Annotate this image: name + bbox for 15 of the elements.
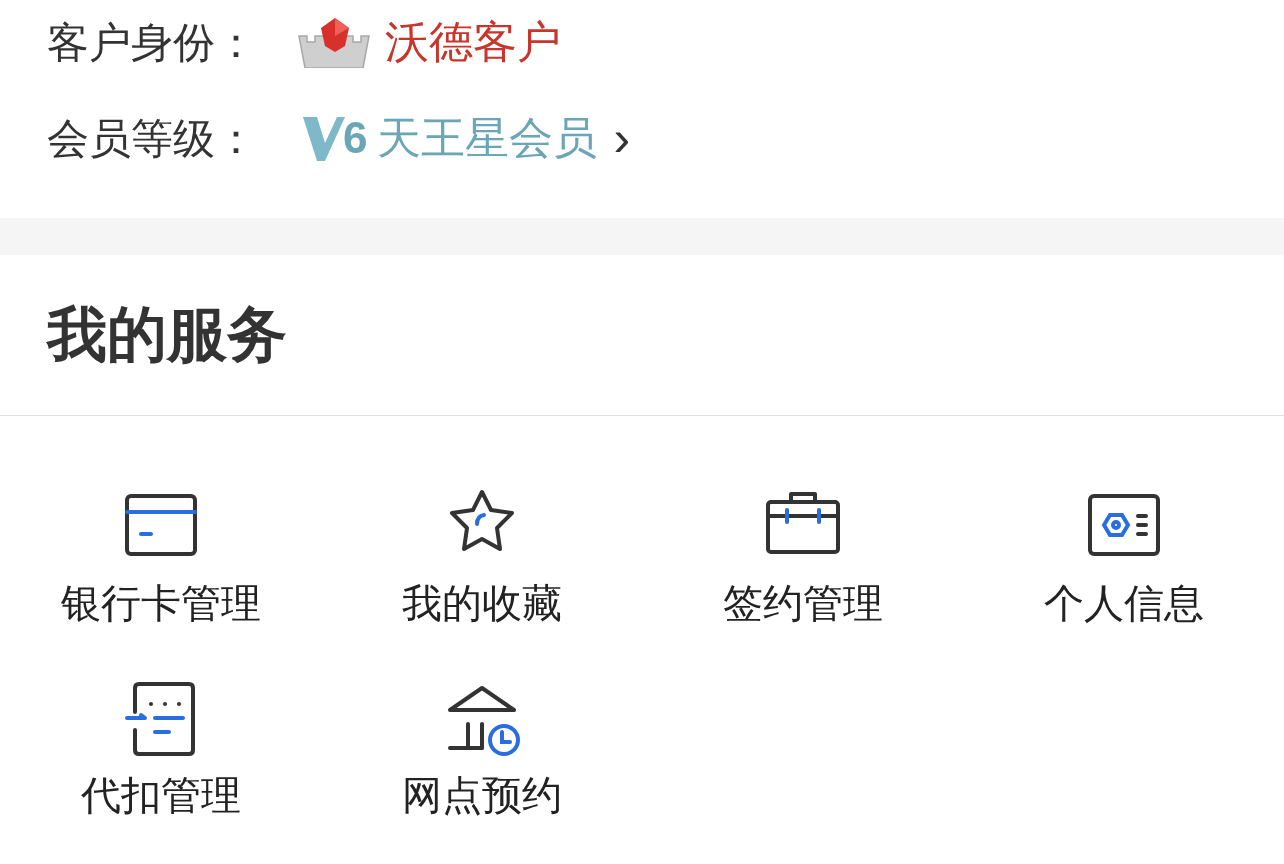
section-title: 我的服务	[47, 300, 287, 370]
service-label[interactable]: 代扣管理	[80, 770, 241, 820]
crown-icon	[297, 16, 371, 68]
service-label[interactable]: 个人信息	[1043, 578, 1204, 628]
level-number: 6	[343, 112, 368, 164]
service-label[interactable]: 我的收藏	[401, 578, 562, 628]
field-label: 会员等级：	[47, 113, 258, 164]
field-label: 客户身份：	[47, 17, 258, 68]
service-label[interactable]: 网点预约	[401, 770, 562, 820]
service-label[interactable]: 银行卡管理	[60, 578, 261, 628]
service-label[interactable]: 签约管理	[722, 578, 883, 628]
member-level: 天王星会员	[377, 112, 598, 164]
chevron-icon[interactable]: ›	[613, 113, 631, 163]
customer-type: 沃德客户	[385, 16, 561, 68]
v-logo-icon	[303, 115, 345, 161]
